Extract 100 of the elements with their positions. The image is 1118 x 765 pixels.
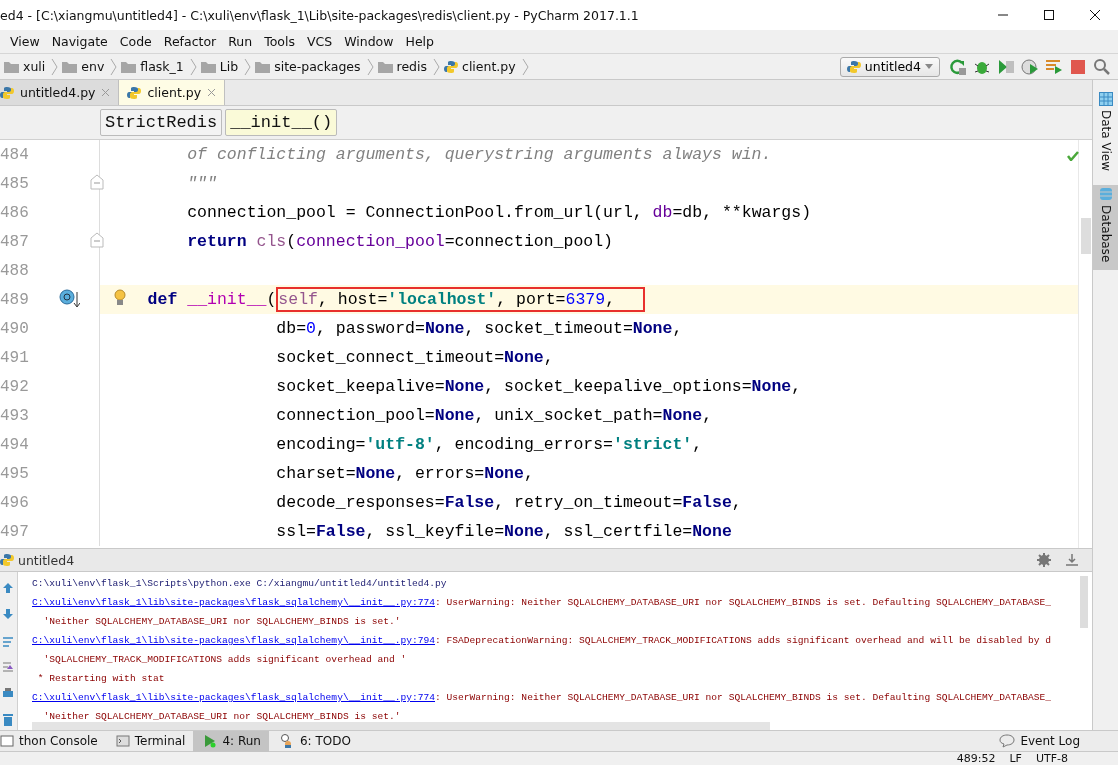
line-separator[interactable]: LF [1009, 752, 1022, 765]
console-text: 'SQLALCHEMY_TRACK_MODIFICATIONS adds significant overhead and ' [43, 654, 407, 665]
python-file-icon [0, 85, 14, 100]
code-text: socket_keepalive=None, socket_keepalive_options=None, [276, 377, 802, 396]
terminal-icon [115, 734, 130, 748]
line-number: 497 [0, 522, 30, 541]
menu-item[interactable]: Navigate [45, 34, 114, 49]
path-crumb[interactable]: xuli [0, 59, 50, 74]
code-text: def __init__( [147, 290, 277, 309]
chevron-icon [244, 56, 252, 77]
console-text: 'Neither SQLALCHEMY_DATABASE_URI nor SQLALCHEMY_BINDS is set.' [43, 616, 401, 627]
structure-crumb[interactable]: StrictRedis [100, 109, 223, 136]
window-title: ed4 - [C:\xiangmu\untitled4] - C:\xuli\env\flask_1\Lib\site-packages\redis\client.py - PyCharm 2017.1.1 [0, 7, 640, 23]
maximize-icon[interactable] [1043, 9, 1055, 21]
code-text: ssl=False, ssl_keyfile=None, ssl_certfile=None [276, 522, 732, 541]
run-panel-title: untitled4 [18, 552, 75, 568]
folder-icon [200, 60, 216, 73]
line-number: 494 [0, 435, 30, 454]
line-number: 485 [0, 174, 30, 193]
menu-item[interactable]: Tools [258, 34, 301, 49]
menu-item[interactable]: Window [338, 34, 400, 49]
line-number: 489 [0, 290, 30, 309]
folder-icon [255, 60, 271, 73]
path-crumb[interactable]: client.py [440, 59, 520, 74]
menu-item[interactable]: Run [222, 34, 259, 49]
file-link[interactable]: C:\xuli\env\flask_1\lib\site-packages\flask_sqlalchemy\__init__.py:774 [32, 597, 435, 608]
close-icon[interactable] [1089, 9, 1101, 21]
vertical-scrollbar[interactable] [1080, 576, 1088, 628]
line-number: 493 [0, 406, 30, 425]
code-text: return cls(connection_pool=connection_pool) [187, 232, 613, 251]
speech-bubble-icon [999, 734, 1016, 748]
python-icon [846, 59, 861, 74]
tool-window-tab[interactable]: thon Console [0, 730, 106, 752]
override-icon [58, 287, 80, 308]
code-text: socket_connect_timeout=None, [276, 348, 554, 367]
line-number: 490 [0, 319, 30, 338]
code-text: decode_responses=False, retry_on_timeout=False, [276, 493, 742, 512]
horizontal-scrollbar[interactable] [32, 722, 770, 730]
editor-tab[interactable]: untitled4.py [0, 80, 120, 105]
line-number: 487 [0, 232, 30, 251]
line-number: 484 [0, 145, 30, 164]
chevron-icon [51, 56, 59, 77]
path-crumb[interactable]: redis [373, 59, 431, 74]
highlight-box: self, host='localhost', port=6379, [276, 287, 646, 312]
code-text: """ [187, 174, 217, 193]
python-icon [0, 553, 14, 567]
path-crumb[interactable]: Lib [196, 59, 243, 74]
file-link[interactable]: C:\xuli\env\flask_1\lib\site-packages\flask_sqlalchemy\__init__.py:774 [32, 692, 435, 703]
editor-tab[interactable]: client.py [119, 80, 226, 105]
grid-icon [1098, 92, 1113, 106]
python-file-icon [127, 85, 142, 100]
console-text: 'Neither SQLALCHEMY_DATABASE_URI nor SQLALCHEMY_BINDS is set.' [43, 711, 401, 722]
chevron-icon [433, 56, 440, 77]
menu-item[interactable]: VCS [300, 34, 339, 49]
path-crumb[interactable]: env [58, 59, 109, 74]
event-log-button[interactable]: Event Log [989, 730, 1088, 752]
menu-item[interactable]: Help [399, 34, 440, 49]
code-text: connection_pool = ConnectionPool.from_url(url, db=db, **kwargs) [187, 203, 812, 222]
code-text: of conflicting arguments, querystring arguments always win. [187, 145, 772, 164]
path-crumb[interactable]: site-packages [251, 59, 365, 74]
menu-item[interactable]: Code [113, 34, 158, 49]
code-text: connection_pool=None, unix_socket_path=None, [276, 406, 713, 425]
line-number: 496 [0, 493, 30, 512]
line-number: 492 [0, 377, 30, 396]
menu-item[interactable]: Refactor [157, 34, 223, 49]
check-icon [1067, 151, 1079, 161]
cursor-position[interactable]: 489:52 [956, 752, 996, 765]
file-link[interactable]: C:\xuli\env\flask_1\lib\site-packages\flask_sqlalchemy\__init__.py:794 [32, 635, 435, 646]
side-tab[interactable]: Data View [1093, 90, 1118, 179]
console-text: : FSADeprecationWarning: SQLALCHEMY_TRACK_MODIFICATIONS adds significant overhead and will be disabled by d [435, 635, 1052, 646]
console-text: * Restarting with stat [37, 673, 165, 684]
tool-window-tab[interactable]: 6: TODO [268, 730, 359, 752]
database-icon [1098, 186, 1113, 201]
line-number: 486 [0, 203, 30, 222]
line-number: 488 [0, 261, 30, 280]
run-config-dropdown[interactable]: untitled4 [839, 56, 940, 77]
code-text: db=0, password=None, socket_timeout=None, [276, 319, 683, 338]
menu-item[interactable]: View [4, 34, 46, 49]
line-number: 495 [0, 464, 30, 483]
tool-window-tab[interactable]: Terminal [105, 730, 194, 752]
chevron-icon [521, 56, 529, 77]
chevron-icon [189, 56, 197, 77]
python-file-icon [444, 59, 458, 74]
structure-crumb[interactable]: __init__() [225, 109, 338, 136]
side-tab[interactable]: Database [1093, 184, 1118, 271]
scrollbar-thumb[interactable] [1081, 218, 1091, 254]
caret-icon [925, 63, 933, 70]
console-text: : UserWarning: Neither SQLALCHEMY_DATABASE_URI nor SQLALCHEMY_BINDS is set. Defaulting SQLALCHEMY_DATABASE_ [435, 692, 1052, 703]
line-number: 491 [0, 348, 30, 367]
folder-icon [377, 60, 393, 73]
console-icon [0, 734, 14, 748]
code-text: charset=None, errors=None, [276, 464, 534, 483]
chevron-icon [110, 56, 118, 77]
console-text: C:\xuli\env\flask_1\Scripts\python.exe C:/xiangmu/untitled4/untitled4.py [32, 578, 447, 589]
path-crumb[interactable]: flask_1 [117, 59, 188, 74]
file-encoding[interactable]: UTF-8 [1035, 752, 1068, 765]
console-text: : UserWarning: Neither SQLALCHEMY_DATABASE_URI nor SQLALCHEMY_BINDS is set. Defaulting SQLALCHEMY_DATABASE_ [435, 597, 1052, 608]
tool-window-tab[interactable]: 4: Run [193, 730, 269, 752]
folder-icon [121, 60, 137, 73]
folder-icon [62, 60, 78, 73]
